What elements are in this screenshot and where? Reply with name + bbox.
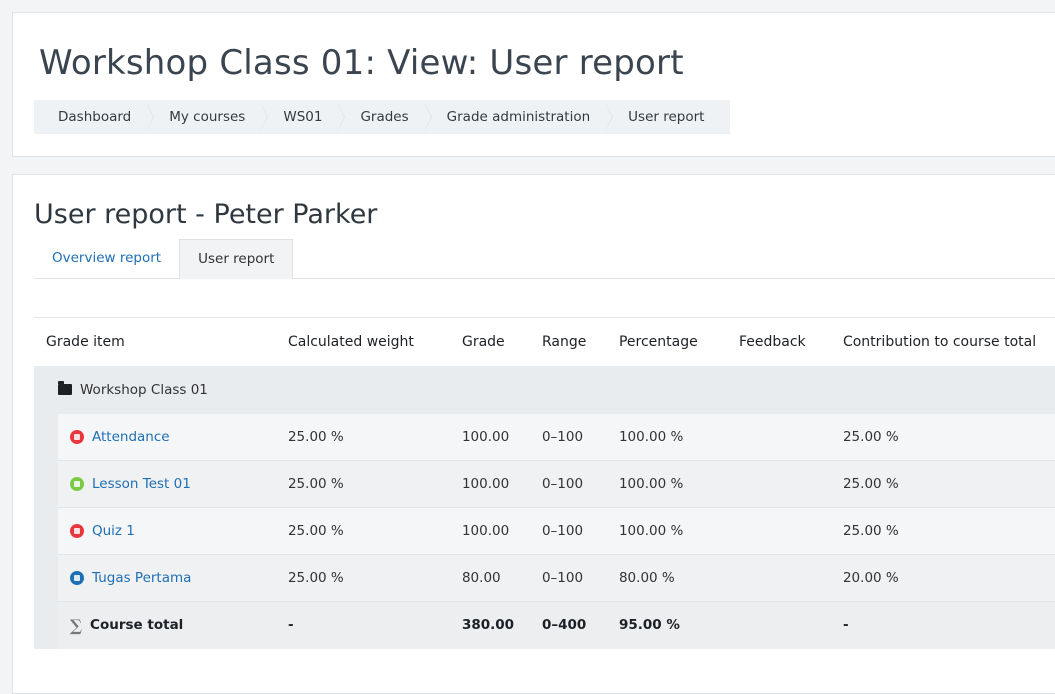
percentage-cell: 80.00 % [606, 554, 727, 602]
tab-user-report[interactable]: User report [179, 239, 294, 279]
table-row: Quiz 1 25.00 % 100.00 0–100 100.00 % 25.… [34, 507, 1055, 555]
range-cell: 0–100 [529, 554, 607, 602]
feedback-cell [726, 601, 831, 649]
contribution-cell: 20.00 % [830, 554, 1055, 602]
grade-cell: 100.00 [449, 507, 530, 555]
grade-cell: 100.00 [449, 460, 530, 508]
weight-cell: - [275, 601, 450, 649]
tab-overview-report[interactable]: Overview report [34, 239, 179, 279]
assignment-icon [70, 571, 84, 585]
feedback-cell [726, 554, 831, 602]
report-title: User report - Peter Parker [34, 199, 378, 230]
percentage-cell: 100.00 % [606, 507, 727, 555]
header-percentage: Percentage [606, 317, 727, 366]
category-row: Workshop Class 01 [34, 365, 1055, 414]
breadcrumb-user-report[interactable]: User report [604, 100, 731, 134]
breadcrumb-grades[interactable]: Grades [336, 100, 432, 134]
contribution-cell: 25.00 % [830, 507, 1055, 555]
quiz-icon [70, 524, 84, 538]
report-tabs: Overview report User report [34, 239, 1055, 279]
header-contribution: Contribution to course total [830, 317, 1055, 366]
grade-item-link-lesson-test[interactable]: Lesson Test 01 [70, 476, 276, 492]
breadcrumb-dashboard[interactable]: Dashboard [34, 100, 155, 134]
breadcrumb-course[interactable]: WS01 [259, 100, 346, 134]
feedback-cell [726, 507, 831, 555]
page-title: Workshop Class 01: View: User report [39, 43, 684, 83]
weight-cell: 25.00 % [275, 460, 450, 508]
course-total-label: Course total [90, 617, 184, 634]
grade-item-link-assignment[interactable]: Tugas Pertama [70, 570, 276, 586]
weight-cell: 25.00 % [275, 413, 450, 461]
grade-cell: 380.00 [449, 601, 530, 649]
header-grade: Grade [449, 317, 530, 366]
contribution-cell: - [830, 601, 1055, 649]
feedback-cell [726, 413, 831, 461]
percentage-cell: 100.00 % [606, 460, 727, 508]
table-row: Attendance 25.00 % 100.00 0–100 100.00 %… [34, 413, 1055, 461]
report-card: User report - Peter Parker Overview repo… [12, 174, 1055, 694]
header-feedback: Feedback [726, 317, 831, 366]
grade-cell: 100.00 [449, 413, 530, 461]
grade-item-link-attendance[interactable]: Attendance [70, 429, 276, 445]
sigma-icon: ∑ [70, 615, 83, 635]
grade-table: Grade item Calculated weight Grade Range… [34, 317, 1055, 649]
table-header-row: Grade item Calculated weight Grade Range… [34, 317, 1055, 366]
grade-cell: 80.00 [449, 554, 530, 602]
breadcrumb-my-courses[interactable]: My courses [145, 100, 269, 134]
breadcrumb-grade-administration[interactable]: Grade administration [422, 100, 613, 134]
range-cell: 0–100 [529, 507, 607, 555]
header-calculated-weight: Calculated weight [275, 317, 450, 366]
weight-cell: 25.00 % [275, 507, 450, 555]
folder-icon [58, 380, 72, 395]
header-range: Range [529, 317, 607, 366]
header-grade-item: Grade item [34, 317, 276, 366]
page-header: Workshop Class 01: View: User report Das… [12, 12, 1055, 157]
percentage-cell: 95.00 % [606, 601, 727, 649]
contribution-cell: 25.00 % [830, 413, 1055, 461]
grade-item-link-quiz[interactable]: Quiz 1 [70, 523, 276, 539]
breadcrumb: Dashboard My courses WS01 Grades Grade a… [34, 100, 731, 134]
range-cell: 0–100 [529, 413, 607, 461]
weight-cell: 25.00 % [275, 554, 450, 602]
feedback-cell [726, 460, 831, 508]
table-row: Tugas Pertama 25.00 % 80.00 0–100 80.00 … [34, 554, 1055, 602]
category-name: Workshop Class 01 [80, 381, 208, 398]
table-row: Lesson Test 01 25.00 % 100.00 0–100 100.… [34, 460, 1055, 508]
course-total-row: ∑ Course total - 380.00 0–400 95.00 % - [34, 601, 1055, 649]
range-cell: 0–100 [529, 460, 607, 508]
contribution-cell: 25.00 % [830, 460, 1055, 508]
attendance-icon [70, 429, 84, 444]
lesson-icon [70, 477, 84, 491]
percentage-cell: 100.00 % [606, 413, 727, 461]
range-cell: 0–400 [529, 601, 607, 649]
